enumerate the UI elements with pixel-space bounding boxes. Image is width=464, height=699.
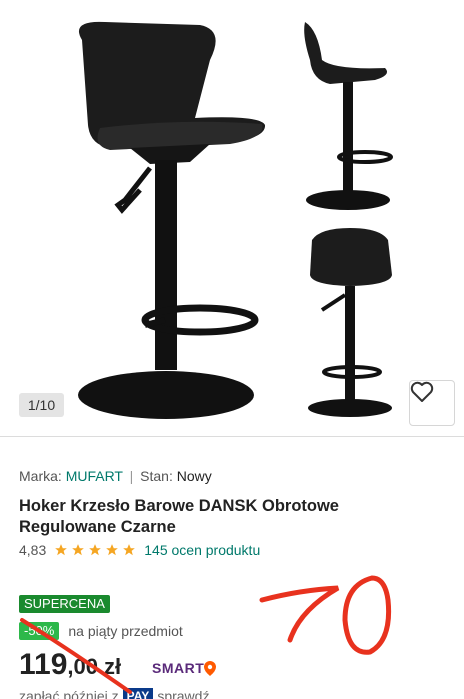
heart-icon: [410, 381, 434, 402]
pay-check-link[interactable]: sprawdź: [157, 688, 209, 699]
reviews-link[interactable]: 145 ocen produktu: [144, 542, 260, 558]
pay-prefix: zapłać później z: [19, 688, 119, 699]
divider: [0, 436, 464, 437]
image-counter: 1/10: [19, 393, 64, 417]
price-currency: zł: [104, 654, 122, 679]
smart-pin-icon: [204, 660, 217, 676]
star-icon: [89, 544, 102, 556]
pay-later-row[interactable]: zapłać później z PAY sprawdź: [19, 688, 209, 699]
price-integer: 119: [19, 648, 68, 681]
meta-separator: |: [129, 468, 134, 484]
discount-badge: -50%: [19, 622, 60, 640]
rating-score: 4,83: [19, 542, 47, 558]
price-decimal: ,00: [67, 654, 98, 679]
price: 119 ,00 zł: [19, 648, 121, 682]
brand-link[interactable]: MUFART: [66, 468, 123, 484]
product-meta: Marka: MUFART | Stan: Nowy: [19, 468, 212, 484]
discount-text: na piąty przedmiot: [68, 623, 183, 639]
pay-badge: PAY: [122, 688, 154, 699]
state-value: Nowy: [176, 468, 212, 484]
product-gallery[interactable]: 1/10: [0, 0, 464, 436]
add-to-favorites-button[interactable]: [409, 380, 455, 426]
smart-label: SMART: [152, 660, 205, 676]
star-icon: [72, 544, 85, 556]
smart-badge[interactable]: SMART: [152, 660, 217, 676]
star-icon: [55, 544, 68, 556]
state-label: Stan:: [140, 468, 173, 484]
brand-label: Marka:: [19, 468, 62, 484]
star-icon: [123, 544, 136, 556]
product-image: [78, 21, 393, 419]
discount-row: -50% na piąty przedmiot: [19, 622, 183, 640]
rating-stars: [54, 543, 136, 557]
supercena-badge: SUPERCENA: [19, 595, 110, 613]
rating-row[interactable]: 4,83 145 ocen produktu: [19, 542, 260, 558]
star-icon: [106, 544, 119, 556]
product-title: Hoker Krzesło Barowe DANSK Obrotowe Regu…: [19, 497, 339, 536]
